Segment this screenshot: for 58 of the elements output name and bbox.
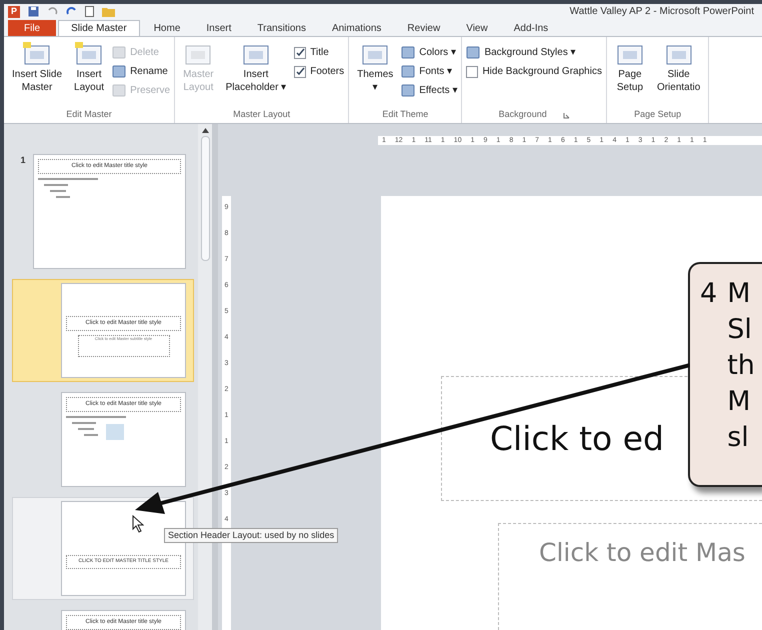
slide-layout-icon	[22, 41, 52, 67]
ribbon-button[interactable]: Slide Orientatio	[652, 37, 704, 93]
group-label: Page Setup	[634, 108, 682, 122]
group-label: Background	[498, 108, 547, 122]
ribbon-icon	[112, 46, 126, 59]
ribbon-icon	[401, 65, 416, 78]
ribbon-button[interactable]: Insert Slide Master	[8, 37, 66, 93]
undo-icon[interactable]	[47, 6, 58, 17]
checkbox[interactable]	[294, 46, 306, 58]
ribbon-tab[interactable]: Insert	[194, 20, 244, 36]
group-label: Edit Master	[66, 108, 112, 122]
ribbon-tab[interactable]: File	[8, 20, 56, 36]
ribbon-button[interactable]: Insert Layout	[70, 37, 108, 93]
mouse-cursor-icon	[132, 515, 144, 533]
group-label: Edit Theme	[382, 108, 428, 122]
ribbon-icon	[112, 84, 126, 97]
ribbon-button[interactable]: Rename	[112, 64, 170, 79]
slide-number: 1	[19, 154, 26, 167]
check-icon	[296, 48, 305, 57]
redo-icon[interactable]	[66, 6, 77, 17]
slide-subtitle: Click to edit Mas	[539, 538, 746, 567]
checkbox[interactable]	[466, 66, 478, 78]
ribbon-button[interactable]: Page Setup	[610, 37, 649, 93]
ribbon-icon	[466, 46, 480, 59]
ribbon-tab[interactable]: View	[454, 20, 500, 36]
ribbon-tab[interactable]: Review	[395, 20, 452, 36]
ribbon-icon	[401, 46, 416, 59]
scroll-thumb[interactable]	[200, 136, 210, 261]
checkbox[interactable]	[294, 66, 306, 78]
ribbon-tab[interactable]: Transitions	[245, 20, 318, 36]
ribbon-icon	[112, 65, 126, 78]
save-icon[interactable]	[28, 6, 39, 17]
group-label: Master Layout	[233, 108, 290, 122]
ribbon-button[interactable]: Colors ▾	[401, 45, 458, 60]
ribbon-button[interactable]: Insert Placeholder ▾	[222, 37, 290, 93]
ribbon-tab[interactable]: Home	[142, 20, 192, 36]
ribbon-tab[interactable]: Add-Ins	[502, 20, 560, 36]
ribbon-tab[interactable]: Animations	[320, 20, 394, 36]
checkbox-label[interactable]: Title	[310, 45, 329, 60]
window-title: Wattle Valley AP 2 - Microsoft PowerPoint	[570, 5, 755, 19]
ribbon-button[interactable]: Background Styles ▾	[466, 45, 602, 60]
new-icon[interactable]	[85, 6, 94, 17]
scroll-up-icon[interactable]	[202, 128, 208, 133]
checkbox-label[interactable]: Hide Background Graphics	[482, 64, 602, 79]
ribbon-tab[interactable]: Slide Master	[58, 20, 140, 36]
ribbon-icon	[401, 84, 416, 97]
tooltip: Section Header Layout: used by no slides	[164, 528, 338, 543]
dialog-launcher-icon[interactable]	[562, 112, 570, 118]
ribbon-button[interactable]: Fonts ▾	[401, 64, 458, 79]
callout-text: M Sl th M sl	[727, 277, 755, 455]
app-logo: P	[8, 6, 20, 18]
check-icon	[296, 67, 305, 76]
ribbon-button[interactable]: Themes ▾	[353, 37, 398, 93]
ribbon-button[interactable]: Effects ▾	[401, 83, 458, 98]
step-number: 4	[700, 277, 718, 311]
slide-title: Click to ed	[490, 418, 664, 460]
slide-layout-icon	[74, 41, 104, 67]
checkbox-label[interactable]: Footers	[310, 64, 344, 79]
